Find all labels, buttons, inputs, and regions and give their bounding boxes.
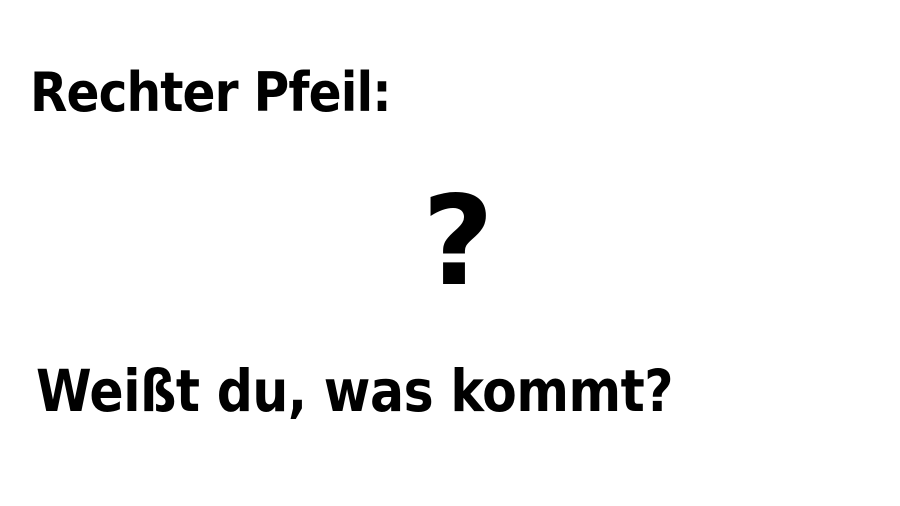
prompt-text: Weißt du, was kommt? — [36, 357, 674, 425]
question-mark-symbol: ? — [422, 170, 494, 314]
slide-canvas: Rechter Pfeil: ? Weißt du, was kommt? — [0, 0, 900, 506]
slide-heading: Rechter Pfeil: — [30, 61, 392, 124]
